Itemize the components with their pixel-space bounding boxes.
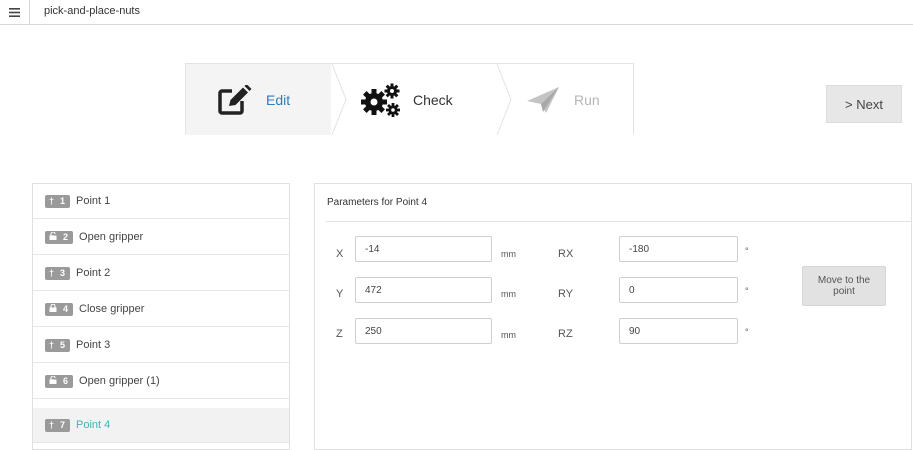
rz-unit: ° [745, 327, 749, 337]
list-item-point-4[interactable]: † 7 Point 4 [33, 408, 289, 443]
ry-unit: ° [745, 286, 749, 296]
hamburger-menu-button[interactable] [0, 0, 30, 24]
item-badge: † 1 [45, 194, 71, 208]
item-badge: 6 [45, 374, 74, 388]
x-unit: mm [501, 249, 516, 259]
ry-input[interactable] [619, 277, 738, 303]
rx-input[interactable] [619, 236, 738, 262]
list-item-point-1[interactable]: † 1 Point 1 [33, 184, 289, 219]
unlock-icon [49, 375, 57, 386]
step-separator [496, 64, 512, 135]
y-unit: mm [501, 289, 516, 299]
list-item-point-2[interactable]: † 3 Point 2 [33, 256, 289, 291]
top-bar: pick-and-place-nuts [0, 0, 913, 25]
step-check-label: Check [413, 91, 453, 108]
wizard-stepper: Edit Check Run [185, 63, 634, 135]
ry-label: RY [558, 288, 574, 300]
pin-icon: † [49, 196, 55, 206]
x-input[interactable] [355, 236, 492, 262]
y-input[interactable] [355, 277, 492, 303]
z-label: Z [336, 328, 343, 340]
rz-label: RZ [558, 328, 573, 340]
step-run: Run [496, 64, 634, 135]
step-run-label: Run [574, 91, 600, 108]
hamburger-icon [9, 7, 20, 17]
move-to-point-button[interactable]: Move to the point [802, 266, 886, 306]
edit-icon [218, 84, 252, 115]
program-title: pick-and-place-nuts [44, 5, 140, 17]
gears-icon [361, 83, 400, 117]
pin-icon: † [49, 340, 55, 350]
item-badge: 2 [45, 230, 74, 244]
rx-label: RX [558, 248, 574, 260]
parameters-title: Parameters for Point 4 [327, 197, 428, 208]
item-badge: † 5 [45, 338, 71, 352]
item-badge: 4 [45, 302, 74, 316]
next-button[interactable]: > Next [826, 85, 902, 123]
list-item-close-gripper[interactable]: 4 Close gripper [33, 292, 289, 327]
program-item-list: † 1 Point 1 2 Open gripper † 3 Point 2 4… [32, 183, 290, 450]
list-item-open-gripper-1[interactable]: 6 Open gripper (1) [33, 364, 289, 399]
item-badge: † 7 [45, 418, 71, 432]
item-badge: † 3 [45, 266, 71, 280]
pin-icon: † [49, 420, 55, 430]
divider [326, 221, 911, 222]
step-edit-label: Edit [266, 91, 291, 108]
list-item-open-gripper[interactable]: 2 Open gripper [33, 220, 289, 255]
step-edit[interactable]: Edit [186, 64, 331, 135]
rx-unit: ° [745, 246, 749, 256]
list-item-point-3[interactable]: † 5 Point 3 [33, 328, 289, 363]
parameters-panel: Parameters for Point 4 X mm Y mm Z mm RX… [314, 183, 912, 450]
z-input[interactable] [355, 318, 492, 344]
pin-icon: † [49, 268, 55, 278]
lock-icon [49, 303, 57, 314]
y-label: Y [336, 288, 344, 300]
unlock-icon [49, 231, 57, 242]
z-unit: mm [501, 330, 516, 340]
step-check[interactable]: Check [331, 64, 498, 135]
rz-input[interactable] [619, 318, 738, 344]
x-label: X [336, 248, 344, 260]
step-separator [331, 64, 347, 135]
paper-plane-icon [527, 86, 559, 113]
